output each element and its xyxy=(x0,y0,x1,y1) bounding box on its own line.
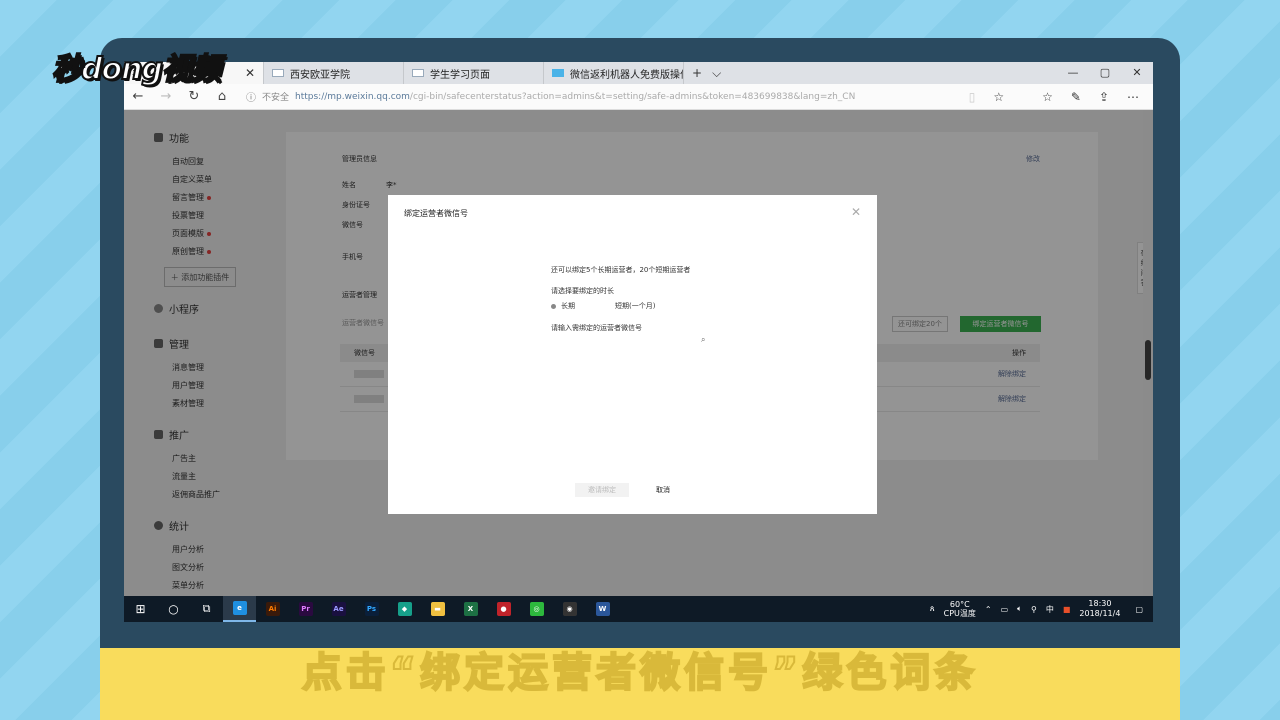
favorites-icon[interactable]: ☆ xyxy=(1042,90,1053,104)
watermark-logo: 秒dong视频 xyxy=(51,51,222,88)
chevron-up-icon[interactable]: ⌃ xyxy=(985,605,992,614)
pen-icon[interactable]: ✎ xyxy=(1071,90,1081,104)
volume-icon[interactable]: 🔈︎ xyxy=(1017,604,1022,614)
illustrator-icon[interactable]: Ai xyxy=(256,596,289,622)
wechat-input-label: 请输入需绑定的运营者微信号 xyxy=(551,324,642,332)
tab-xian-eurasia[interactable]: 西安欧亚学院 xyxy=(264,62,404,84)
refresh-icon[interactable]: ↻ xyxy=(180,89,208,104)
home-icon[interactable]: ⌂ xyxy=(208,89,236,104)
address-bar: ← → ↻ ⌂ ⓘ 不安全 https://mp.weixin.qq.com/c… xyxy=(124,84,1153,110)
bind-quota-notice: 还可以绑定5个长期运营者，20个短期运营者 xyxy=(551,266,691,274)
photoshop-icon[interactable]: Ps xyxy=(355,596,388,622)
chevron-down-icon[interactable]: ⌵ xyxy=(712,66,721,81)
after-effects-icon[interactable]: Ae xyxy=(322,596,355,622)
tab-label: 微信返利机器人免费版操作 xyxy=(570,69,684,81)
dialog-title: 绑定运营者微信号 xyxy=(404,209,468,218)
window-close-icon[interactable]: ✕ xyxy=(1121,62,1153,84)
people-icon[interactable]: ጰ xyxy=(930,604,935,614)
url-host: https://mp.weixin.qq.com xyxy=(295,91,410,102)
notification-icon[interactable]: ▢ xyxy=(1135,605,1143,614)
netease-music-icon[interactable]: ◉ xyxy=(553,596,586,622)
tab-label: 西安欧亚学院 xyxy=(290,69,350,81)
tab-wechat-rebate[interactable]: 微信返利机器人免费版操作 xyxy=(544,62,684,84)
radio-short-term[interactable] xyxy=(605,304,610,309)
explorer-icon[interactable]: ▬ xyxy=(421,596,454,622)
wechat-icon[interactable]: ◎ xyxy=(520,596,553,622)
minimize-icon[interactable]: — xyxy=(1057,62,1089,84)
page-icon xyxy=(272,69,284,77)
app-tray-icon[interactable]: ■ xyxy=(1063,605,1071,614)
word-icon[interactable]: W xyxy=(586,596,619,622)
close-icon[interactable]: ✕ xyxy=(851,205,861,219)
battery-icon[interactable]: ▭ xyxy=(1001,605,1009,614)
maximize-icon[interactable]: ▢ xyxy=(1089,62,1121,84)
windows-taskbar: ⊞ ○ ⧉ e Ai Pr Ae Ps ◆ ▬ X ● ◎ ◉ W ጰ 60°C CPU温度 ⌃ ▭ 🔈… xyxy=(124,596,1153,622)
cpu-temp: 60°C CPU温度 xyxy=(943,600,976,618)
favorite-icon[interactable]: ☆ xyxy=(993,90,1004,104)
reading-view-icon[interactable]: ▯ xyxy=(969,90,976,104)
radio-label[interactable]: 短期(一个月) xyxy=(615,301,655,311)
page-icon xyxy=(552,69,564,77)
edge-icon[interactable]: e xyxy=(223,596,256,622)
excel-icon[interactable]: X xyxy=(454,596,487,622)
screen: 平台 ✕ 西安欧亚学院 学生学习页面 微信返利机器人免费版操作 + ⌵ — ▢ … xyxy=(124,62,1153,622)
info-icon: ⓘ xyxy=(246,93,256,104)
radio-long-term[interactable] xyxy=(551,303,556,309)
tab-student-study[interactable]: 学生学习页面 xyxy=(404,62,544,84)
more-icon[interactable]: ⋯ xyxy=(1127,90,1139,104)
page-icon xyxy=(412,69,424,77)
close-icon[interactable]: ✕ xyxy=(245,66,255,80)
cancel-button[interactable]: 取消 xyxy=(656,485,670,495)
taskbar-apps: e Ai Pr Ae Ps ◆ ▬ X ● ◎ ◉ W xyxy=(223,596,619,622)
ime-indicator[interactable]: 中 xyxy=(1046,604,1054,615)
maps-icon[interactable]: ◆ xyxy=(388,596,421,622)
share-icon[interactable]: ⇪ xyxy=(1099,90,1109,104)
forward-icon[interactable]: → xyxy=(152,89,180,104)
security-label: 不安全 xyxy=(262,93,290,103)
search-icon[interactable]: ○ xyxy=(157,596,190,622)
start-icon[interactable]: ⊞ xyxy=(124,596,157,622)
clock[interactable]: 18:30 2018/11/4 xyxy=(1079,599,1120,619)
browser-tab-bar: 平台 ✕ 西安欧亚学院 学生学习页面 微信返利机器人免费版操作 + ⌵ — ▢ … xyxy=(124,62,1153,84)
invite-bind-button[interactable]: 邀请绑定 xyxy=(575,483,629,497)
duration-radio-group: 长期 短期(一个月) xyxy=(551,301,655,311)
premiere-icon[interactable]: Pr xyxy=(289,596,322,622)
system-tray: ጰ 60°C CPU温度 ⌃ ▭ 🔈︎ ⚲ 中 ■ 18:30 2018/11/4 … xyxy=(930,599,1153,619)
caption-text: 点击“绑定运营者微信号”绿色词条 xyxy=(301,649,979,697)
back-icon[interactable]: ← xyxy=(124,89,152,104)
radio-label[interactable]: 长期 xyxy=(561,301,575,311)
recorder-icon[interactable]: ● xyxy=(487,596,520,622)
task-view-icon[interactable]: ⧉ xyxy=(190,596,223,622)
search-icon[interactable]: ⌕ xyxy=(701,335,705,345)
url-path: /cgi-bin/safecenterstatus?action=admins&… xyxy=(409,91,856,102)
duration-prompt: 请选择要绑定的时长 xyxy=(551,287,614,295)
new-tab-icon[interactable]: + xyxy=(692,66,702,80)
url-field[interactable]: ⓘ 不安全 https://mp.weixin.qq.com/cgi-bin/s… xyxy=(246,89,856,105)
network-icon[interactable]: ⚲ xyxy=(1031,605,1037,614)
tab-label: 学生学习页面 xyxy=(430,69,490,81)
bind-operator-dialog: 绑定运营者微信号 ✕ 还可以绑定5个长期运营者，20个短期运营者 请选择要绑定的… xyxy=(388,195,877,514)
